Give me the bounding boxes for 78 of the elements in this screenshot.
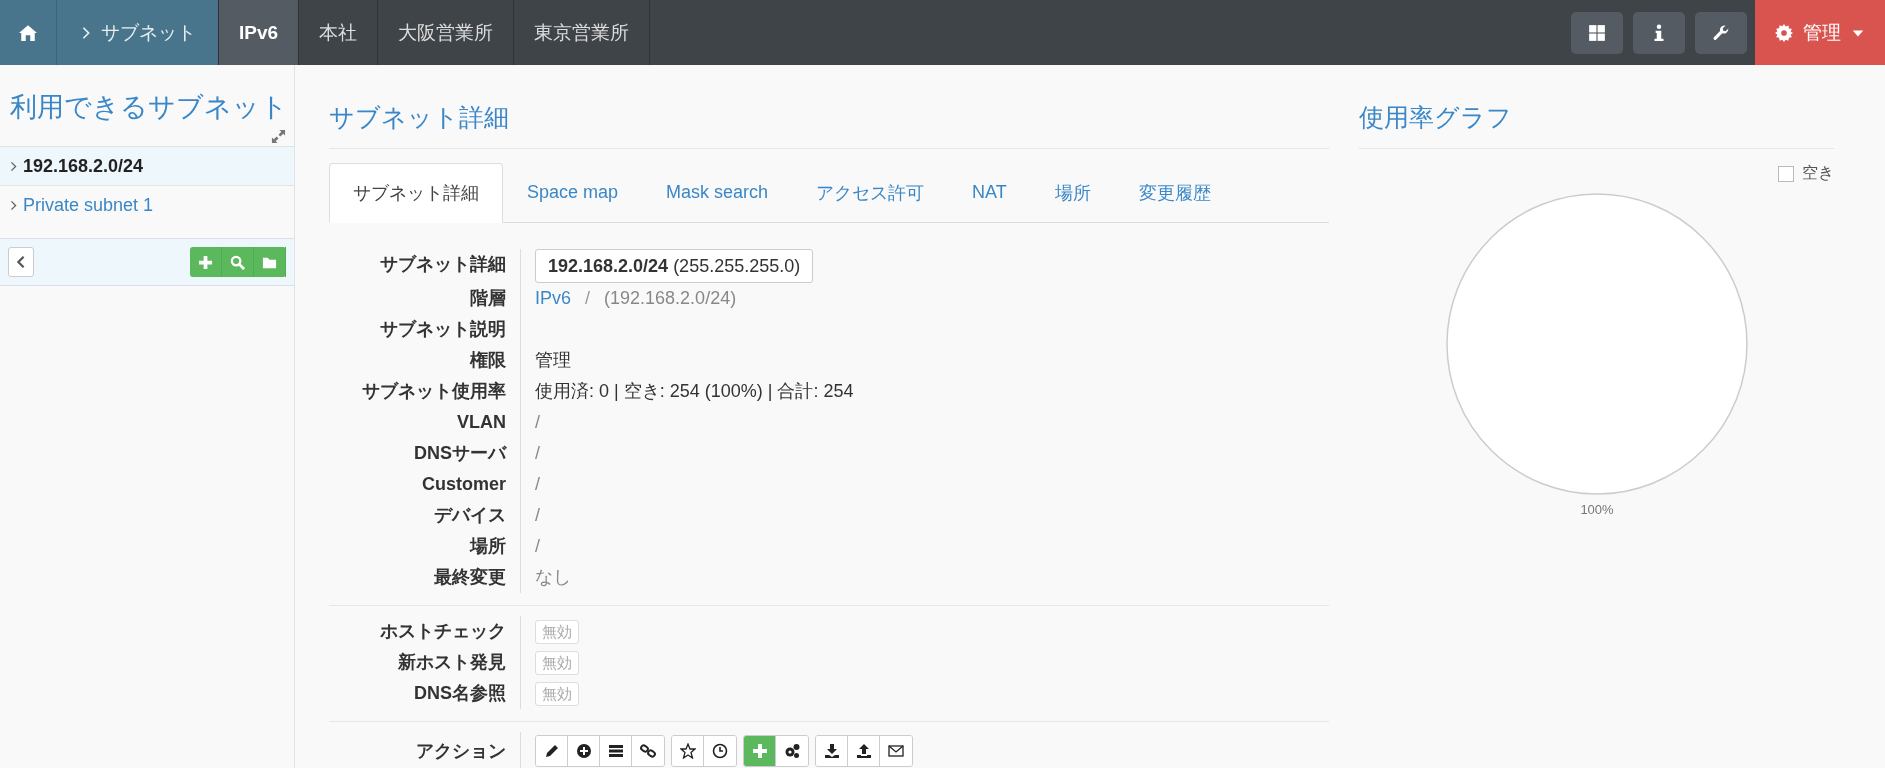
breadcrumb-separator: / <box>585 287 591 310</box>
tab[interactable]: 場所 <box>1030 163 1115 222</box>
tab[interactable]: サブネット詳細 <box>329 163 503 223</box>
gears-icon <box>784 743 800 759</box>
pencil-icon <box>543 743 560 759</box>
chevron-right-icon <box>8 160 19 172</box>
detail-label: 場所 <box>470 536 506 556</box>
plus-circle-icon <box>575 743 592 759</box>
detail-label: Customer <box>422 474 506 494</box>
detail-label: DNSサーバ <box>414 443 506 463</box>
legend-label: 空き <box>1802 163 1834 183</box>
detail-label: 階層 <box>470 288 506 308</box>
download-icon <box>823 743 840 759</box>
upload-icon <box>855 743 872 759</box>
detail-value: / <box>535 504 540 527</box>
tab[interactable]: アクセス許可 <box>792 163 949 222</box>
home-icon <box>19 23 37 42</box>
detail-label: サブネット使用率 <box>362 381 506 401</box>
expand-icon <box>271 129 286 144</box>
settings-icon <box>1775 23 1793 42</box>
section-heading: 使用率グラフ <box>1359 101 1834 149</box>
detail-label: 新ホスト発見 <box>398 652 506 672</box>
detail-value: / <box>535 411 540 434</box>
tab[interactable]: 変更履歴 <box>1114 163 1235 222</box>
pencil-button[interactable] <box>536 736 568 766</box>
chain-link-icon <box>640 743 656 759</box>
subnet-item[interactable]: 192.168.2.0/24 <box>0 146 294 185</box>
search-icon <box>230 254 245 270</box>
detail-label: サブネット詳細 <box>380 254 506 274</box>
detail-label: 権限 <box>470 350 506 370</box>
detail-label: VLAN <box>457 412 506 432</box>
detail-value: / <box>535 535 540 558</box>
nav-tab[interactable]: 東京営業所 <box>514 0 651 65</box>
detail-label: ホストチェック <box>380 621 506 641</box>
wrench-icon <box>1712 23 1730 42</box>
detail-value: 使用済: 0 | 空き: 254 (100%) | 合計: 254 <box>535 380 854 403</box>
value-label: 100% <box>1579 502 1614 517</box>
tab[interactable]: Space map <box>503 163 643 222</box>
home-button[interactable] <box>0 0 57 65</box>
grid-button[interactable] <box>1571 11 1623 54</box>
detail-label: サブネット説明 <box>380 319 506 339</box>
star-icon <box>679 743 696 759</box>
plus-icon <box>198 254 213 270</box>
status-badge: 無効 <box>535 650 579 675</box>
sidebar-title: 利用できるサブネット <box>9 91 289 124</box>
tab[interactable]: NAT <box>948 163 1031 222</box>
back-button[interactable] <box>8 247 34 277</box>
nav-tab[interactable]: IPv6 <box>219 0 300 65</box>
detail-label: デバイス <box>434 505 506 525</box>
detail-value: なし <box>535 566 571 589</box>
nav-tab[interactable]: 大阪営業所 <box>378 0 515 65</box>
detail-value: (192.168.2.0/24) <box>604 287 737 310</box>
grid-icon <box>1588 23 1606 42</box>
detail-label: DNS名参照 <box>414 683 506 703</box>
detail-label: アクション <box>416 741 506 761</box>
nav-tab[interactable]: 本社 <box>299 0 379 65</box>
plus-icon <box>751 743 768 759</box>
detail-value: / <box>535 473 540 496</box>
subnet-address: 192.168.2.0/24 (255.255.255.0) <box>535 249 814 283</box>
list-icon <box>607 743 624 759</box>
detail-value: 管理 <box>535 349 571 372</box>
detail-label: 最終変更 <box>434 567 506 587</box>
chevron-right-icon <box>8 199 19 211</box>
subnet-item[interactable]: Private subnet 1 <box>0 185 294 224</box>
star-button[interactable] <box>672 736 704 766</box>
clock-icon <box>712 743 728 759</box>
admin-menu-button[interactable]: 管理 <box>1755 0 1885 65</box>
breadcrumb-link[interactable]: IPv6 <box>535 283 572 314</box>
download-button[interactable] <box>816 736 848 766</box>
info-button[interactable] <box>1633 11 1685 54</box>
wrench-button[interactable] <box>1695 11 1747 54</box>
section-heading: サブネット詳細 <box>329 101 1329 149</box>
envelope-icon <box>888 743 904 759</box>
status-badge: 無効 <box>535 681 579 706</box>
status-badge: 無効 <box>535 619 579 644</box>
nav-tab[interactable]: サブネット <box>57 0 219 65</box>
tab[interactable]: Mask search <box>642 163 793 222</box>
detail-value: / <box>535 442 540 465</box>
